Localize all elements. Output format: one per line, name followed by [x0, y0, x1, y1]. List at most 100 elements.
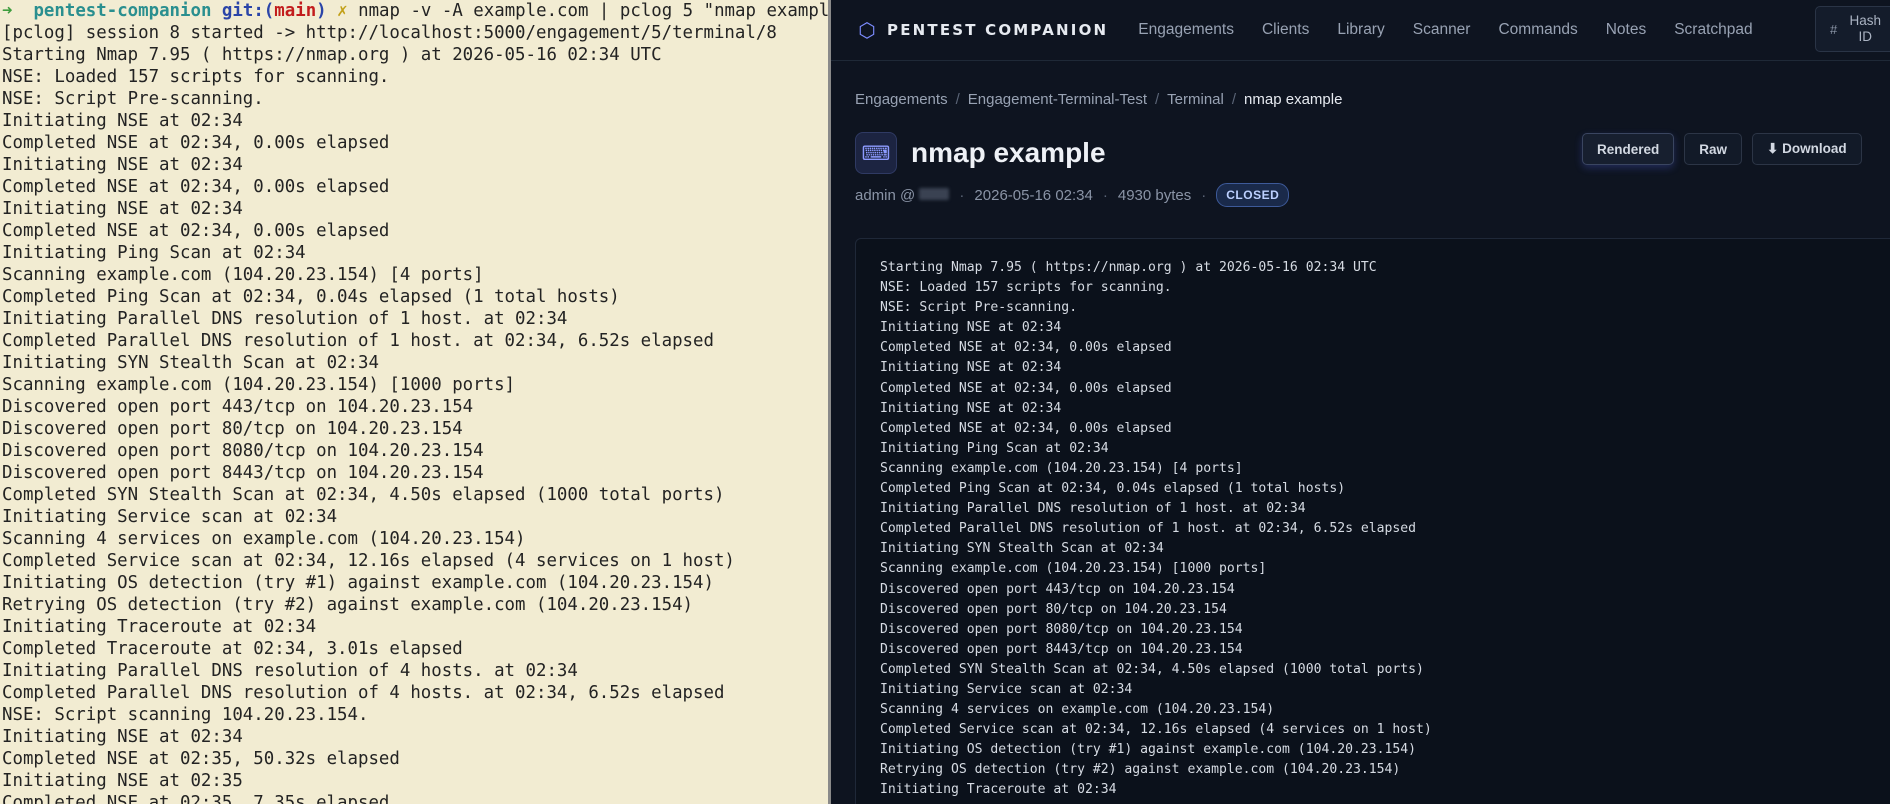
session-meta: admin @ · 2026-05-16 02:34 · 4930 bytes … [855, 183, 1290, 207]
breadcrumb-separator: / [955, 91, 960, 108]
log-line: Initiating Parallel DNS resolution of 1 … [2, 309, 568, 329]
log-line: Completed NSE at 02:34, 0.00s elapsed [880, 340, 1172, 356]
status-badge: CLOSED [1216, 183, 1290, 207]
terminal-output: [pclog] session 8 started -> http://loca… [2, 22, 828, 804]
prompt-command: nmap -v -A example.com | pclog 5 "nmap e… [358, 1, 828, 21]
log-line: Completed NSE at 02:34, 0.00s elapsed [2, 221, 390, 241]
prompt-directory: pentest-companion [33, 1, 212, 21]
log-line: Completed NSE at 02:35, 50.32s elapsed [2, 749, 400, 769]
breadcrumb-engagement[interactable]: Engagement-Terminal-Test [968, 91, 1147, 108]
brand[interactable]: ⬡ PENTEST COMPANION [857, 18, 1108, 42]
log-line: Discovered open port 443/tcp on 104.20.2… [880, 581, 1235, 597]
log-line: Scanning 4 services on example.com (104.… [2, 529, 526, 549]
meta-separator: · [959, 186, 965, 204]
log-line: Starting Nmap 7.95 ( https://nmap.org ) … [880, 260, 1377, 275]
log-line: Completed NSE at 02:34, 0.00s elapsed [880, 420, 1172, 436]
log-line: Completed NSE at 02:35, 7.35s elapsed [2, 793, 390, 804]
prompt-arrow: ➜ [2, 1, 13, 21]
log-line: Initiating Traceroute at 02:34 [880, 782, 1117, 798]
meta-timestamp: 2026-05-16 02:34 [974, 186, 1093, 204]
log-line: Discovered open port 8080/tcp on 104.20.… [2, 441, 484, 461]
log-line: Completed Parallel DNS resolution of 1 h… [880, 521, 1417, 537]
log-line: Initiating NSE at 02:34 [880, 400, 1062, 416]
view-actions: Rendered Raw ⬇ Download [1582, 133, 1862, 165]
terminal-prompt-line: ➜ pentest-companion git:(main) ✗ nmap -v… [2, 0, 828, 22]
log-line: Discovered open port 8443/tcp on 104.20.… [2, 463, 484, 483]
log-line: Scanning example.com (104.20.23.154) [4 … [2, 265, 484, 285]
prompt-git-close: ) [316, 1, 327, 21]
meta-separator: · [1102, 186, 1108, 204]
log-line: Initiating NSE at 02:34 [2, 155, 243, 175]
nav-link-notes[interactable]: Notes [1606, 21, 1647, 39]
breadcrumb: Engagements / Engagement-Terminal-Test /… [855, 91, 1342, 108]
log-line: Completed Parallel DNS resolution of 4 h… [2, 683, 725, 703]
log-line: Completed Ping Scan at 02:34, 0.04s elap… [2, 287, 620, 307]
output-panel[interactable]: Starting Nmap 7.95 ( https://nmap.org ) … [855, 238, 1890, 804]
log-line: Initiating Service scan at 02:34 [2, 507, 338, 527]
log-line: Initiating Parallel DNS resolution of 1 … [880, 501, 1306, 517]
log-line: Initiating Parallel DNS resolution of 4 … [2, 661, 578, 681]
breadcrumb-terminal[interactable]: Terminal [1167, 91, 1224, 108]
meta-user: admin @ [855, 187, 950, 204]
log-line: Completed Ping Scan at 02:34, 0.04s elap… [880, 481, 1346, 497]
nav-link-engagements[interactable]: Engagements [1138, 21, 1234, 39]
log-line: NSE: Script scanning 104.20.23.154. [2, 705, 369, 725]
log-line: Initiating NSE at 02:35 [2, 771, 243, 791]
nav-link-library[interactable]: Library [1337, 21, 1384, 39]
page-title: nmap example [911, 137, 1106, 168]
redacted-host [919, 187, 950, 200]
log-line: Scanning 4 services on example.com (104.… [880, 702, 1275, 718]
log-line: Scanning example.com (104.20.23.154) [10… [2, 375, 516, 395]
log-line: Initiating NSE at 02:34 [2, 727, 243, 747]
log-line: Discovered open port 443/tcp on 104.20.2… [2, 397, 474, 417]
log-line: Scanning example.com (104.20.23.154) [10… [880, 561, 1267, 577]
log-line: Initiating SYN Stealth Scan at 02:34 [2, 353, 379, 373]
log-line: Discovered open port 80/tcp on 104.20.23… [2, 419, 463, 439]
log-line: Initiating SYN Stealth Scan at 02:34 [880, 541, 1164, 557]
nav-link-clients[interactable]: Clients [1262, 21, 1309, 39]
log-line: Completed Service scan at 02:34, 12.16s … [2, 551, 735, 571]
log-line: NSE: Loaded 157 scripts for scanning. [2, 67, 390, 87]
nav-link-scratchpad[interactable]: Scratchpad [1674, 21, 1752, 39]
hash-icon: # [1830, 21, 1838, 37]
nav-link-commands[interactable]: Commands [1498, 21, 1577, 39]
log-line: Completed Parallel DNS resolution of 1 h… [2, 331, 714, 351]
output-log: Starting Nmap 7.95 ( https://nmap.org ) … [880, 258, 1890, 801]
prompt-dirty-marker: ✗ [337, 1, 348, 21]
hash-id-button[interactable]: # Hash ID [1815, 6, 1890, 52]
nav-link-scanner[interactable]: Scanner [1413, 21, 1471, 39]
log-line: Retrying OS detection (try #2) against e… [880, 762, 1401, 778]
log-line: Initiating NSE at 02:34 [880, 360, 1062, 376]
hexagon-icon: ⬡ [858, 18, 876, 42]
log-line: Scanning example.com (104.20.23.154) [4 … [880, 460, 1243, 476]
log-line: Initiating OS detection (try #1) against… [2, 573, 714, 593]
log-line: [pclog] session 8 started -> http://loca… [2, 23, 777, 43]
log-line: Initiating Traceroute at 02:34 [2, 617, 317, 637]
title-row: ⌨ nmap example [855, 132, 1106, 174]
prompt-branch: main [274, 1, 317, 21]
log-line: NSE: Script Pre-scanning. [880, 300, 1078, 316]
keyboard-icon: ⌨ [855, 132, 897, 174]
log-line: Starting Nmap 7.95 ( https://nmap.org ) … [2, 45, 662, 65]
log-line: Initiating Ping Scan at 02:34 [880, 440, 1109, 456]
log-line: Completed SYN Stealth Scan at 02:34, 4.5… [2, 485, 725, 505]
log-line: NSE: Script Pre-scanning. [2, 89, 264, 109]
log-line: Completed NSE at 02:34, 0.00s elapsed [2, 177, 390, 197]
log-line: Discovered open port 80/tcp on 104.20.23… [880, 601, 1227, 617]
log-line: Initiating NSE at 02:34 [2, 199, 243, 219]
download-button[interactable]: ⬇ Download [1752, 133, 1862, 165]
log-line: Completed NSE at 02:34, 0.00s elapsed [2, 133, 390, 153]
rendered-button[interactable]: Rendered [1582, 133, 1675, 165]
log-line: Initiating Service scan at 02:34 [880, 681, 1133, 697]
log-line: Discovered open port 8443/tcp on 104.20.… [880, 641, 1243, 657]
breadcrumb-current: nmap example [1244, 91, 1343, 108]
log-line: Initiating NSE at 02:34 [2, 111, 243, 131]
log-line: Initiating NSE at 02:34 [880, 320, 1062, 336]
breadcrumb-separator: / [1155, 91, 1160, 108]
breadcrumb-engagements[interactable]: Engagements [855, 91, 948, 108]
log-line: Discovered open port 8080/tcp on 104.20.… [880, 621, 1243, 637]
meta-size: 4930 bytes [1117, 186, 1192, 204]
terminal-pane[interactable]: ➜ pentest-companion git:(main) ✗ nmap -v… [0, 0, 828, 804]
app-window: ⬡ PENTEST COMPANION Engagements Clients … [831, 0, 1890, 804]
raw-button[interactable]: Raw [1684, 133, 1743, 165]
